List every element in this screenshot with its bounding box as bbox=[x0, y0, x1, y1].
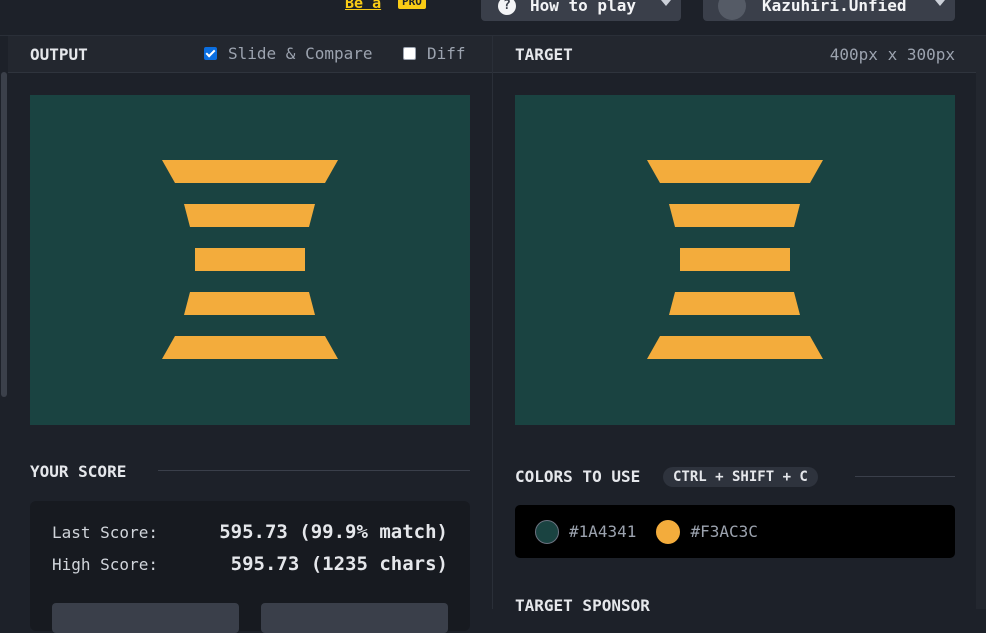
colors-title: COLORS TO USE bbox=[515, 467, 641, 486]
diff-label: Diff bbox=[427, 44, 466, 63]
bar-3 bbox=[195, 248, 305, 271]
copy-colors-shortcut: CTRL + SHIFT + C bbox=[663, 467, 818, 487]
user-menu-button[interactable]: Kazuhiri.Unfied bbox=[703, 0, 955, 21]
score-box: Last Score: 595.73 (99.9% match) High Sc… bbox=[30, 501, 470, 633]
color-swatch[interactable]: #F3AC3C bbox=[656, 519, 758, 544]
top-bar: Be a PRO ? How to play Kazuhiri.Unfied bbox=[0, 0, 986, 36]
color-swatch[interactable]: #1A4341 bbox=[535, 519, 637, 544]
pro-badge[interactable]: PRO bbox=[398, 0, 426, 9]
chevron-down-icon bbox=[661, 0, 671, 6]
high-score-value: 595.73 (1235 chars) bbox=[230, 553, 448, 575]
target-canvas bbox=[515, 95, 955, 425]
chevron-down-icon bbox=[935, 0, 945, 6]
color-dot bbox=[656, 519, 681, 544]
output-drawing bbox=[162, 160, 338, 359]
slide-compare-option[interactable]: Slide & Compare bbox=[204, 44, 373, 63]
high-score-row: High Score: 595.73 (1235 chars) bbox=[52, 553, 448, 575]
be-pro-link[interactable]: Be a bbox=[345, 0, 381, 12]
sponsor-title: TARGET SPONSOR bbox=[515, 596, 650, 615]
username: Kazuhiri.Unfied bbox=[762, 0, 907, 15]
color-dot bbox=[535, 519, 559, 544]
how-to-play-button[interactable]: ? How to play bbox=[481, 0, 681, 21]
how-to-play-label: How to play bbox=[530, 0, 636, 15]
last-score-row: Last Score: 595.73 (99.9% match) bbox=[52, 521, 448, 543]
target-title: TARGET bbox=[515, 45, 573, 64]
bar-1 bbox=[162, 160, 338, 183]
diff-option[interactable]: Diff bbox=[403, 44, 466, 63]
bar-4 bbox=[669, 292, 800, 315]
avatar bbox=[718, 0, 746, 20]
high-score-label: High Score: bbox=[52, 555, 158, 574]
slide-compare-label: Slide & Compare bbox=[228, 44, 373, 63]
question-icon: ? bbox=[498, 0, 516, 15]
divider bbox=[158, 470, 470, 471]
bar-3 bbox=[680, 248, 790, 271]
last-score-value: 595.73 (99.9% match) bbox=[219, 521, 448, 543]
color-hex: #1A4341 bbox=[569, 522, 637, 541]
output-canvas[interactable] bbox=[30, 95, 470, 425]
color-hex: #F3AC3C bbox=[690, 522, 758, 541]
output-header: OUTPUT Slide & Compare Diff bbox=[8, 36, 492, 73]
target-header: TARGET 400px x 300px bbox=[493, 36, 976, 73]
bar-5 bbox=[647, 336, 823, 359]
slide-compare-checkbox[interactable] bbox=[204, 47, 217, 60]
scrollbar-thumb[interactable] bbox=[1, 72, 7, 397]
score-action-button[interactable] bbox=[261, 603, 448, 633]
bar-1 bbox=[647, 160, 823, 183]
bar-4 bbox=[184, 292, 315, 315]
target-panel: TARGET 400px x 300px COLORS TO USE CTRL … bbox=[493, 36, 976, 615]
bar-2 bbox=[184, 204, 315, 227]
divider bbox=[855, 476, 955, 477]
bar-2 bbox=[669, 204, 800, 227]
colors-box: #1A4341 #F3AC3C bbox=[515, 505, 955, 558]
output-panel: OUTPUT Slide & Compare Diff YOUR SCORE L… bbox=[8, 36, 493, 633]
right-edge bbox=[976, 36, 986, 609]
score-action-button[interactable] bbox=[52, 603, 239, 633]
last-score-label: Last Score: bbox=[52, 523, 158, 542]
score-title: YOUR SCORE bbox=[30, 462, 127, 481]
diff-checkbox[interactable] bbox=[403, 47, 416, 60]
target-drawing bbox=[647, 160, 823, 359]
bar-5 bbox=[162, 336, 338, 359]
target-dimensions: 400px x 300px bbox=[829, 45, 955, 64]
output-title: OUTPUT bbox=[30, 45, 88, 64]
